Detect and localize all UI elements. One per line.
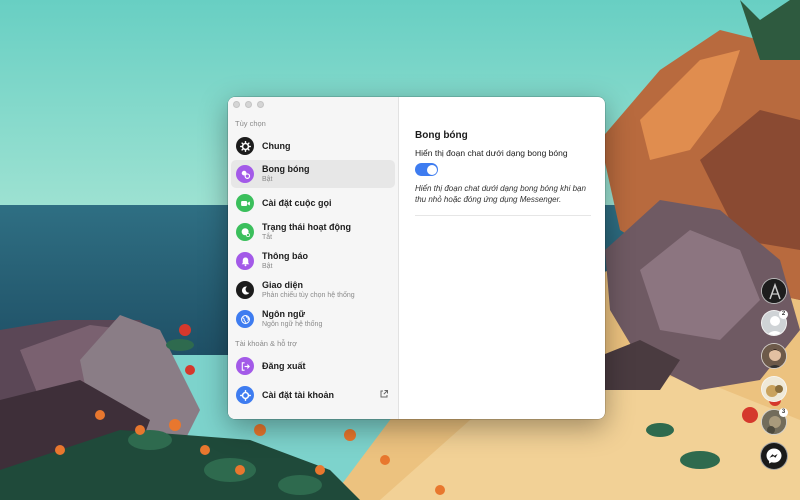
activity-status-icon <box>236 223 254 241</box>
video-camera-icon <box>236 194 254 212</box>
sidebar-item-active-status[interactable]: Trạng thái hoạt động Tắt <box>231 218 395 246</box>
sidebar-item-label: Ngôn ngữ <box>262 309 306 319</box>
sidebar-item-notifications[interactable]: Thông báo Bật <box>231 247 395 275</box>
sidebar-item-logout[interactable]: Đăng xuất <box>231 352 395 380</box>
preferences-content: Bong bóng Hiển thị đoạn chat dưới dạng b… <box>399 97 605 419</box>
bell-icon <box>236 252 254 270</box>
sidebar-item-label: Cài đặt tài khoản <box>262 389 335 400</box>
sidebar-item-status: Bật <box>262 176 273 183</box>
window-controls <box>233 101 264 108</box>
page-title: Bong bóng <box>415 130 468 141</box>
minimize-window-button[interactable] <box>245 101 252 108</box>
sidebar-item-label: Bong bóng <box>262 164 310 174</box>
sidebar-item-status: Bật <box>262 263 273 270</box>
messenger-preferences-window: Tùy chọn Chung Bong bóng Bật Cài đặt cuộ… <box>228 97 605 419</box>
messenger-chat-heads-button[interactable] <box>760 442 788 470</box>
sidebar-item-appearance[interactable]: Giao diện Phản chiếu tùy chọn hệ thống <box>231 276 395 304</box>
sidebar-item-general[interactable]: Chung <box>231 132 395 160</box>
bubbles-icon <box>236 165 254 183</box>
preferences-sidebar: Tùy chọn Chung Bong bóng Bật Cài đặt cuộ… <box>228 97 399 419</box>
sidebar-item-label: Chung <box>262 140 291 151</box>
close-window-button[interactable] <box>233 101 240 108</box>
sidebar-item-label: Thông báo <box>262 251 308 261</box>
chathead-avatar-3[interactable] <box>761 343 787 369</box>
unread-badge: 2 <box>779 310 788 319</box>
sidebar-item-label: Đăng xuất <box>262 360 306 371</box>
logout-icon <box>236 357 254 375</box>
sidebar-item-label: Giao diện <box>262 280 304 290</box>
globe-icon <box>236 310 254 328</box>
sidebar-item-label: Cài đặt cuộc gọi <box>262 197 332 208</box>
gear-icon <box>236 386 254 404</box>
sidebar-item-bubbles[interactable]: Bong bóng Bật <box>231 160 395 188</box>
sidebar-item-label: Trạng thái hoạt động <box>262 222 351 232</box>
messenger-icon <box>766 448 782 464</box>
section-label-account: Tài khoản & hỗ trợ <box>235 339 298 348</box>
sidebar-item-call-settings[interactable]: Cài đặt cuộc gọi <box>231 189 395 217</box>
sidebar-item-status: Tắt <box>262 234 273 241</box>
toggle-knob <box>426 164 437 175</box>
external-link-icon[interactable] <box>379 389 389 399</box>
zoom-window-button[interactable] <box>257 101 264 108</box>
bubbles-toggle[interactable] <box>415 163 438 176</box>
section-label-options: Tùy chọn <box>235 119 266 128</box>
moon-icon <box>236 281 254 299</box>
unread-badge: 3 <box>779 408 788 417</box>
sidebar-item-status: Ngôn ngữ hệ thống <box>262 321 323 328</box>
sidebar-item-status: Phản chiếu tùy chọn hệ thống <box>262 292 355 299</box>
sidebar-item-language[interactable]: Ngôn ngữ Ngôn ngữ hệ thống <box>231 305 395 333</box>
sidebar-item-account-settings[interactable]: Cài đặt tài khoản <box>231 381 395 409</box>
gear-icon <box>236 137 254 155</box>
chathead-avatar-1[interactable] <box>761 278 787 304</box>
bubbles-toggle-label: Hiển thị đoạn chat dưới dạng bong bóng <box>415 148 568 158</box>
chathead-avatar-4[interactable] <box>761 376 787 402</box>
bubbles-description: Hiển thị đoạn chat dưới dạng bong bóng k… <box>415 184 586 204</box>
divider <box>415 215 591 216</box>
